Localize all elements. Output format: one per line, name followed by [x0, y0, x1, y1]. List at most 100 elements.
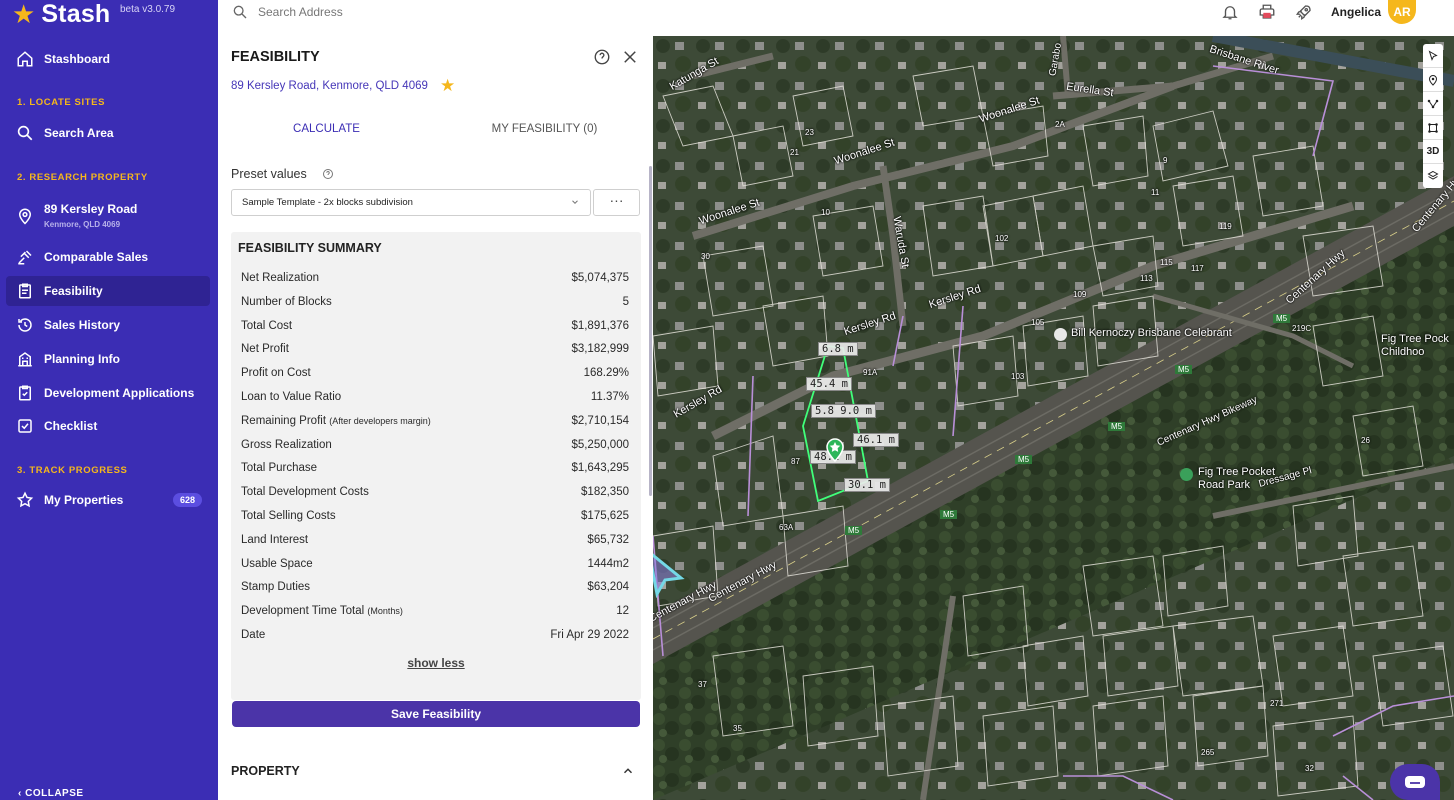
gavel-icon: [16, 248, 34, 266]
sidebar-item-my-properties[interactable]: My Properties 628: [6, 485, 210, 515]
line-tool[interactable]: [1423, 92, 1443, 116]
property-address-link[interactable]: 89 Kersley Road, Kenmore, QLD 4069: [231, 80, 428, 92]
sidebar-item-search-area[interactable]: Search Area: [6, 118, 210, 148]
preset-select[interactable]: Sample Template - 2x blocks subdivision: [231, 189, 591, 216]
lot-number: 30: [701, 252, 710, 261]
summary-row-label-text: Gross Realization: [241, 438, 332, 451]
property-pin-icon[interactable]: [825, 436, 845, 462]
tab-my-feasibility[interactable]: MY FEASIBILITY (0): [436, 116, 653, 144]
home-icon: [16, 50, 34, 68]
info-icon[interactable]: [322, 168, 334, 180]
tab-calculate[interactable]: CALCULATE: [218, 116, 435, 144]
save-feasibility-button[interactable]: Save Feasibility: [232, 701, 640, 727]
location-pin-icon: [1428, 74, 1438, 86]
clipboard-check-icon: [16, 384, 34, 402]
logo[interactable]: ★ Stash: [12, 0, 110, 28]
summary-row-label: Profit on Cost: [241, 367, 311, 379]
collapse-button[interactable]: ‹ COLLAPSE: [18, 788, 84, 799]
summary-row-label-text: Total Development Costs: [241, 486, 369, 499]
summary-row-value: $5,250,000: [571, 438, 629, 451]
summary-row-label-text: Date: [241, 629, 266, 641]
pin-tool[interactable]: [1423, 68, 1443, 92]
bell-icon[interactable]: [1221, 3, 1239, 21]
sidebar-item-development-applications[interactable]: Development Applications: [6, 378, 210, 408]
summary-row: Profit on Cost 168.29%: [241, 367, 629, 385]
favorite-star-icon[interactable]: ★: [440, 76, 455, 96]
lot-number: 63A: [779, 523, 794, 532]
sidebar-item-planning-info[interactable]: Planning Info: [6, 344, 210, 374]
lot-number: 117: [1191, 264, 1204, 273]
mouse-cursor-icon: [653, 553, 685, 598]
3d-toggle[interactable]: 3D: [1423, 140, 1443, 164]
lot-number: 11: [1151, 188, 1160, 197]
summary-row-value: $175,625: [581, 510, 629, 522]
summary-row-label: Number of Blocks: [241, 296, 332, 308]
map-toolbar: 3D: [1423, 44, 1443, 188]
summary-row-label: Usable Space: [241, 558, 313, 570]
summary-row-label: Total Cost: [241, 320, 292, 332]
collapse-label: COLLAPSE: [25, 788, 84, 799]
park-pin-icon[interactable]: [1180, 468, 1193, 481]
clipboard-icon: [16, 282, 34, 300]
property-section-title[interactable]: PROPERTY: [231, 764, 300, 778]
section-label-track: 3. TRACK PROGRESS: [17, 465, 128, 476]
chevron-up-icon[interactable]: [620, 764, 636, 778]
summary-row: Stamp Duties $63,204: [241, 581, 629, 599]
sidebar-item-feasibility[interactable]: Feasibility: [6, 276, 210, 306]
sidebar-item-comparable-sales[interactable]: Comparable Sales: [6, 242, 210, 272]
lot-number: 37: [698, 680, 707, 689]
place-label[interactable]: Fig Tree Pock Childhoo: [1381, 333, 1454, 359]
measurement-label: 6.8 m: [818, 342, 858, 356]
lot-number: 23: [805, 128, 814, 137]
polygon-tool[interactable]: [1423, 116, 1443, 140]
layers-tool[interactable]: [1423, 164, 1443, 188]
measurement-label: 45.4 m: [806, 377, 852, 391]
summary-row-label: Net Profit: [241, 343, 289, 355]
business-pin-icon[interactable]: [1054, 328, 1067, 341]
lot-number: 87: [791, 457, 800, 466]
user-name[interactable]: Angelica: [1331, 5, 1381, 19]
sidebar-item-sales-history[interactable]: Sales History: [6, 310, 210, 340]
lot-number: 115: [1160, 258, 1173, 267]
summary-row-label: Loan to Value Ratio: [241, 391, 341, 403]
printer-icon[interactable]: [1258, 3, 1276, 21]
summary-row-value: $2,710,154: [571, 414, 629, 427]
chat-button[interactable]: [1390, 764, 1440, 800]
road-badge: M5: [940, 510, 958, 519]
summary-row: Loan to Value Ratio 11.37%: [241, 391, 629, 409]
place-label[interactable]: Bill Kernoczy Brisbane Celebrant: [1071, 327, 1232, 340]
summary-row-value: 5: [622, 295, 629, 308]
summary-row: Number of Blocks 5: [241, 296, 629, 314]
panel-scrollbar[interactable]: [649, 166, 652, 496]
select-tool[interactable]: [1423, 44, 1443, 68]
sidebar-item-label: Search Area: [44, 126, 114, 140]
place-label[interactable]: Fig Tree Pocket Road Park: [1198, 466, 1278, 492]
satellite-map[interactable]: Katunga St Woonalee St Woonalee St Woona…: [653, 36, 1454, 800]
summary-row-label: Development Time Total (Months): [241, 605, 403, 617]
sidebar-item-label: My Properties: [44, 493, 124, 507]
sidebar-item-checklist[interactable]: Checklist: [6, 411, 210, 441]
lot-number: 102: [995, 234, 1009, 243]
close-icon[interactable]: [621, 48, 639, 66]
avatar[interactable]: AR: [1388, 0, 1416, 24]
sidebar-item-stashboard[interactable]: Stashboard: [6, 44, 210, 74]
layers-icon: [1427, 170, 1439, 180]
preset-more-button[interactable]: ···: [593, 189, 640, 216]
show-less-link[interactable]: show less: [231, 656, 641, 670]
lot-number: 113: [1140, 274, 1153, 283]
summary-row-label-text: Number of Blocks: [241, 295, 332, 308]
summary-row: Date Fri Apr 29 2022: [241, 629, 629, 647]
summary-row-value: $65,732: [587, 533, 629, 546]
lot-number: 35: [733, 724, 742, 733]
sidebar-item-sublabel: Kenmore, QLD 4069: [44, 220, 121, 229]
building-icon: [16, 350, 34, 368]
summary-row-label-text: Total Selling Costs: [241, 510, 336, 522]
help-icon[interactable]: [593, 48, 611, 66]
sidebar-item-property[interactable]: 89 Kersley Road Kenmore, QLD 4069: [6, 196, 210, 236]
address-search-input[interactable]: [258, 2, 658, 22]
lot-number: 103: [1011, 372, 1025, 381]
chat-icon: [1405, 776, 1425, 788]
rocket-icon[interactable]: [1295, 3, 1313, 21]
summary-row-value: $182,350: [581, 486, 629, 499]
summary-row: Land Interest $65,732: [241, 534, 629, 552]
